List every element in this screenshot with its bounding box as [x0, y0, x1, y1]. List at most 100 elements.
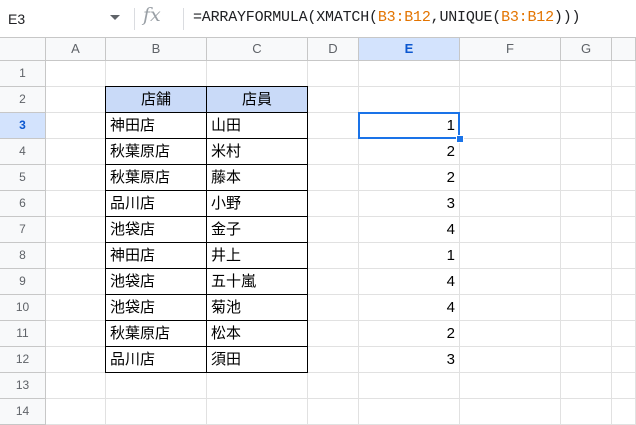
- fill-handle[interactable]: [456, 135, 464, 143]
- cell[interactable]: [308, 191, 359, 217]
- cell[interactable]: [460, 399, 561, 425]
- cell[interactable]: [460, 295, 561, 321]
- name-box[interactable]: E3: [8, 7, 126, 31]
- row-header[interactable]: 10: [0, 295, 46, 321]
- table-cell[interactable]: 松本: [207, 321, 308, 347]
- cell[interactable]: [561, 217, 612, 243]
- cell[interactable]: [612, 399, 636, 425]
- cell[interactable]: [207, 61, 308, 87]
- row-header[interactable]: 8: [0, 243, 46, 269]
- cell[interactable]: [46, 61, 106, 87]
- table-cell[interactable]: 井上: [207, 243, 308, 269]
- cell[interactable]: [308, 217, 359, 243]
- cell[interactable]: [46, 373, 106, 399]
- cell[interactable]: [207, 373, 308, 399]
- formula-input[interactable]: =ARRAYFORMULA(XMATCH(B3:B12,UNIQUE(B3:B1…: [193, 9, 581, 26]
- row-header[interactable]: 2: [0, 87, 46, 113]
- row-header[interactable]: 1: [0, 61, 46, 87]
- cell[interactable]: [561, 295, 612, 321]
- table-cell[interactable]: 米村: [207, 139, 308, 165]
- cell[interactable]: [308, 347, 359, 373]
- cell[interactable]: [612, 347, 636, 373]
- table-cell[interactable]: 品川店: [106, 347, 207, 373]
- row-header[interactable]: 7: [0, 217, 46, 243]
- table-cell[interactable]: 金子: [207, 217, 308, 243]
- column-header[interactable]: A: [46, 38, 106, 61]
- cell[interactable]: [46, 87, 106, 113]
- cell[interactable]: [46, 191, 106, 217]
- cell[interactable]: [207, 399, 308, 425]
- cell[interactable]: [561, 243, 612, 269]
- table-cell[interactable]: 藤本: [207, 165, 308, 191]
- cell[interactable]: [612, 113, 636, 139]
- table-cell[interactable]: 秋葉原店: [106, 321, 207, 347]
- table-cell[interactable]: 神田店: [106, 113, 207, 139]
- cell[interactable]: [561, 399, 612, 425]
- cell[interactable]: [612, 243, 636, 269]
- table-cell[interactable]: 山田: [207, 113, 308, 139]
- result-cell[interactable]: 4: [359, 217, 460, 243]
- result-cell[interactable]: 3: [359, 347, 460, 373]
- result-cell[interactable]: 1: [359, 243, 460, 269]
- table-cell[interactable]: 池袋店: [106, 217, 207, 243]
- cell[interactable]: [308, 269, 359, 295]
- table-header-cell[interactable]: 店舗: [106, 87, 207, 113]
- cell[interactable]: [460, 61, 561, 87]
- cell[interactable]: [46, 243, 106, 269]
- select-all-corner[interactable]: [0, 38, 46, 61]
- cell[interactable]: [46, 321, 106, 347]
- cell[interactable]: [308, 87, 359, 113]
- column-header[interactable]: B: [106, 38, 207, 61]
- row-header[interactable]: 14: [0, 399, 46, 425]
- result-cell[interactable]: 2: [359, 139, 460, 165]
- cell[interactable]: [561, 139, 612, 165]
- cell[interactable]: [612, 269, 636, 295]
- table-cell[interactable]: 秋葉原店: [106, 139, 207, 165]
- cell[interactable]: [308, 373, 359, 399]
- cell[interactable]: [561, 373, 612, 399]
- chevron-down-icon[interactable]: [110, 15, 120, 20]
- cell[interactable]: [612, 87, 636, 113]
- cell[interactable]: [460, 165, 561, 191]
- cell[interactable]: [460, 243, 561, 269]
- result-cell[interactable]: 3: [359, 191, 460, 217]
- row-header[interactable]: 4: [0, 139, 46, 165]
- table-cell[interactable]: 池袋店: [106, 295, 207, 321]
- cell[interactable]: [612, 295, 636, 321]
- table-cell[interactable]: 小野: [207, 191, 308, 217]
- cell[interactable]: [46, 399, 106, 425]
- cell[interactable]: [308, 295, 359, 321]
- cell[interactable]: [460, 139, 561, 165]
- table-cell[interactable]: 五十嵐: [207, 269, 308, 295]
- row-header[interactable]: 5: [0, 165, 46, 191]
- cell[interactable]: [308, 61, 359, 87]
- cell[interactable]: [308, 243, 359, 269]
- cell[interactable]: [561, 87, 612, 113]
- column-header[interactable]: C: [207, 38, 308, 61]
- table-cell[interactable]: 菊池: [207, 295, 308, 321]
- row-header[interactable]: 6: [0, 191, 46, 217]
- cell[interactable]: [612, 321, 636, 347]
- cell[interactable]: [46, 347, 106, 373]
- cell[interactable]: [561, 113, 612, 139]
- cell[interactable]: [46, 139, 106, 165]
- cell[interactable]: [460, 321, 561, 347]
- table-cell[interactable]: 品川店: [106, 191, 207, 217]
- cell[interactable]: [561, 347, 612, 373]
- cell[interactable]: [308, 321, 359, 347]
- cell[interactable]: [46, 295, 106, 321]
- table-cell[interactable]: 須田: [207, 347, 308, 373]
- column-header[interactable]: [612, 38, 636, 61]
- cell[interactable]: [359, 61, 460, 87]
- cell[interactable]: [460, 191, 561, 217]
- row-header[interactable]: 12: [0, 347, 46, 373]
- column-header[interactable]: E: [359, 38, 460, 61]
- cell[interactable]: [460, 373, 561, 399]
- cell[interactable]: [612, 139, 636, 165]
- column-header[interactable]: D: [308, 38, 359, 61]
- cell[interactable]: [612, 217, 636, 243]
- row-header[interactable]: 11: [0, 321, 46, 347]
- cell[interactable]: [106, 61, 207, 87]
- cell[interactable]: [460, 217, 561, 243]
- table-header-cell[interactable]: 店員: [207, 87, 308, 113]
